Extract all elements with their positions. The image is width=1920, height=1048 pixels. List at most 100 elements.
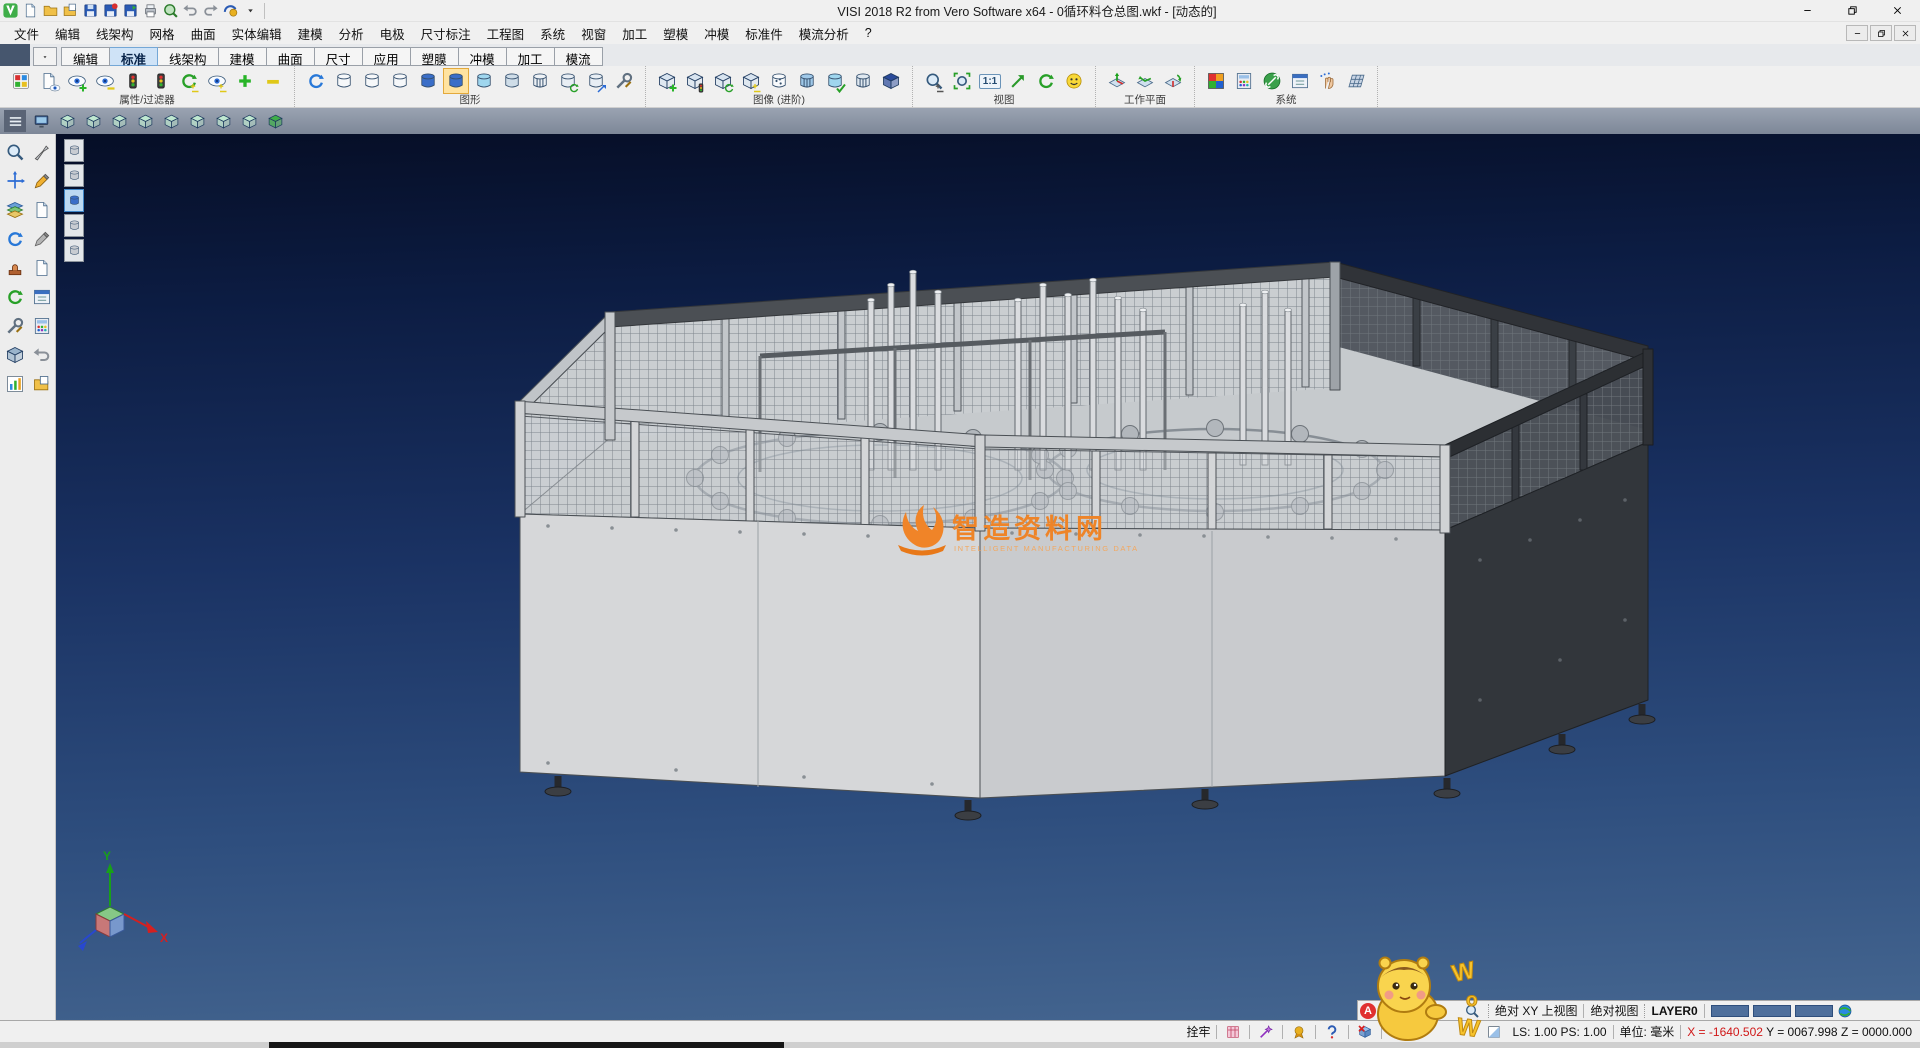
display-filter-3-button[interactable] <box>64 189 84 212</box>
ghost-style-button[interactable] <box>387 68 413 94</box>
close-button[interactable] <box>1875 0 1920 22</box>
tab-machining[interactable]: 加工 <box>507 47 555 66</box>
zoom-extents-button[interactable] <box>1005 68 1031 94</box>
tab-modeling[interactable]: 建模 <box>219 47 267 66</box>
display-mode-button[interactable] <box>30 110 52 132</box>
add-image-button[interactable] <box>654 68 680 94</box>
menu-system[interactable]: 系统 <box>532 22 573 45</box>
menu-edit[interactable]: 编辑 <box>47 22 88 45</box>
page-visibility-button[interactable] <box>36 68 62 94</box>
status-search-button[interactable] <box>1462 1002 1482 1020</box>
properties-panel-button[interactable] <box>1287 68 1313 94</box>
solid-display-button[interactable] <box>878 68 904 94</box>
menu-wireframe[interactable]: 线架构 <box>88 22 142 45</box>
viewport-menu-button[interactable] <box>4 110 26 132</box>
document-tool[interactable] <box>30 256 54 280</box>
view-shaded-button[interactable] <box>264 110 286 132</box>
graphics-settings-button[interactable] <box>611 68 637 94</box>
edit-tool[interactable] <box>30 227 54 251</box>
system-settings-button[interactable] <box>1259 68 1285 94</box>
page-tool[interactable] <box>30 198 54 222</box>
save-all-button[interactable] <box>120 1 140 21</box>
chart-tool[interactable] <box>3 372 27 396</box>
active-layer-status[interactable]: LAYER0 <box>1651 1004 1697 1018</box>
workplane-align-button[interactable] <box>1132 68 1158 94</box>
history-tool[interactable] <box>30 343 54 367</box>
menu-window[interactable]: 视窗 <box>573 22 614 45</box>
zoom-in-out-button[interactable] <box>921 68 947 94</box>
tab-die[interactable]: 冲模 <box>459 47 507 66</box>
uv-mesh-button[interactable] <box>850 68 876 94</box>
iso-lines-button[interactable] <box>794 68 820 94</box>
layers-tool[interactable] <box>3 198 27 222</box>
split-view-button[interactable] <box>1484 1023 1504 1041</box>
menu-electrode[interactable]: 电极 <box>372 22 413 45</box>
menu-flow-analysis[interactable]: 模流分析 <box>791 22 857 45</box>
menu-help[interactable]: ? <box>857 24 880 42</box>
hidden-line-style-button[interactable] <box>359 68 385 94</box>
tab-edit[interactable]: 编辑 <box>61 47 110 66</box>
display-filter-4-button[interactable] <box>64 214 84 237</box>
clipboard-tool[interactable] <box>30 285 54 309</box>
menu-standard-parts[interactable]: 标准件 <box>737 22 791 45</box>
view-face-button[interactable] <box>1061 68 1087 94</box>
display-filter-5-button[interactable] <box>64 239 84 262</box>
view-iso-2-button[interactable] <box>212 110 234 132</box>
open-button[interactable] <box>40 1 60 21</box>
menu-modeling[interactable]: 建模 <box>290 22 331 45</box>
3d-viewport[interactable]: 智造资料网 INTELLIGENT MANUFACTURING DATA Y X <box>56 134 1920 1020</box>
toggle-image-button[interactable] <box>738 68 764 94</box>
line-style-swatch[interactable] <box>1753 1005 1791 1017</box>
print-button[interactable] <box>140 1 160 21</box>
help-button[interactable] <box>1322 1023 1342 1041</box>
add-filter-button[interactable] <box>232 68 258 94</box>
regen-graphics-button[interactable] <box>303 68 329 94</box>
calculator-button[interactable] <box>1231 68 1257 94</box>
refresh-view-button[interactable] <box>1033 68 1059 94</box>
point-display-button[interactable] <box>766 68 792 94</box>
menu-mesh[interactable]: 网格 <box>142 22 183 45</box>
menu-mold[interactable]: 塑模 <box>655 22 696 45</box>
cad-model-material-silo-assembly[interactable]: 智造资料网 INTELLIGENT MANUFACTURING DATA Y X <box>56 134 1920 1020</box>
box-tool[interactable] <box>3 343 27 367</box>
doc-restore-button[interactable] <box>1870 25 1892 41</box>
tab-overflow-dropdown[interactable] <box>33 47 57 66</box>
tab-surface[interactable]: 曲面 <box>267 47 315 66</box>
shaded-style-button[interactable] <box>415 68 441 94</box>
line-weight-swatch[interactable] <box>1795 1005 1833 1017</box>
view-mode-status[interactable]: 绝对视图 <box>1590 1002 1638 1019</box>
hide-entities-button[interactable] <box>92 68 118 94</box>
tab-flow[interactable]: 模流 <box>555 47 603 66</box>
verify-surface-button[interactable] <box>822 68 848 94</box>
magic-select-button[interactable] <box>1256 1023 1276 1041</box>
tab-apply[interactable]: 应用 <box>363 47 411 66</box>
tab-wireframe[interactable]: 线架构 <box>158 47 219 66</box>
filter-traffic-2-button[interactable] <box>148 68 174 94</box>
zoom-window-button[interactable] <box>949 68 975 94</box>
sketch-tool[interactable] <box>30 169 54 193</box>
view-orientation-status[interactable]: 绝对 XY 上视图 <box>1495 1002 1577 1019</box>
tab-dimension[interactable]: 尺寸 <box>315 47 363 66</box>
library-tool[interactable] <box>30 372 54 396</box>
import-button[interactable] <box>60 1 80 21</box>
layers-dialog-button[interactable] <box>1223 1023 1243 1041</box>
view-back-button[interactable] <box>134 110 156 132</box>
wireframe-style-button[interactable] <box>331 68 357 94</box>
grid-settings-button[interactable] <box>1343 68 1369 94</box>
view-top-button[interactable] <box>56 110 78 132</box>
dress-mode-button[interactable] <box>1408 1023 1428 1041</box>
view-bottom-button[interactable] <box>160 110 182 132</box>
view-side-button[interactable] <box>108 110 130 132</box>
vero-tools-button[interactable] <box>220 1 240 21</box>
preview-button[interactable] <box>160 1 180 21</box>
menu-machining[interactable]: 加工 <box>614 22 655 45</box>
shaded-edges-style-button[interactable] <box>443 68 469 94</box>
menu-file[interactable]: 文件 <box>6 22 47 45</box>
trim-tool[interactable] <box>30 140 54 164</box>
update-shading-button[interactable] <box>555 68 581 94</box>
flat-style-button[interactable] <box>499 68 525 94</box>
menu-dimension[interactable]: 尺寸标注 <box>413 22 479 45</box>
zoom-one-to-one-button[interactable]: 1:1 <box>977 68 1003 94</box>
quick-access-dropdown[interactable] <box>240 1 260 21</box>
new-file-button[interactable] <box>20 1 40 21</box>
